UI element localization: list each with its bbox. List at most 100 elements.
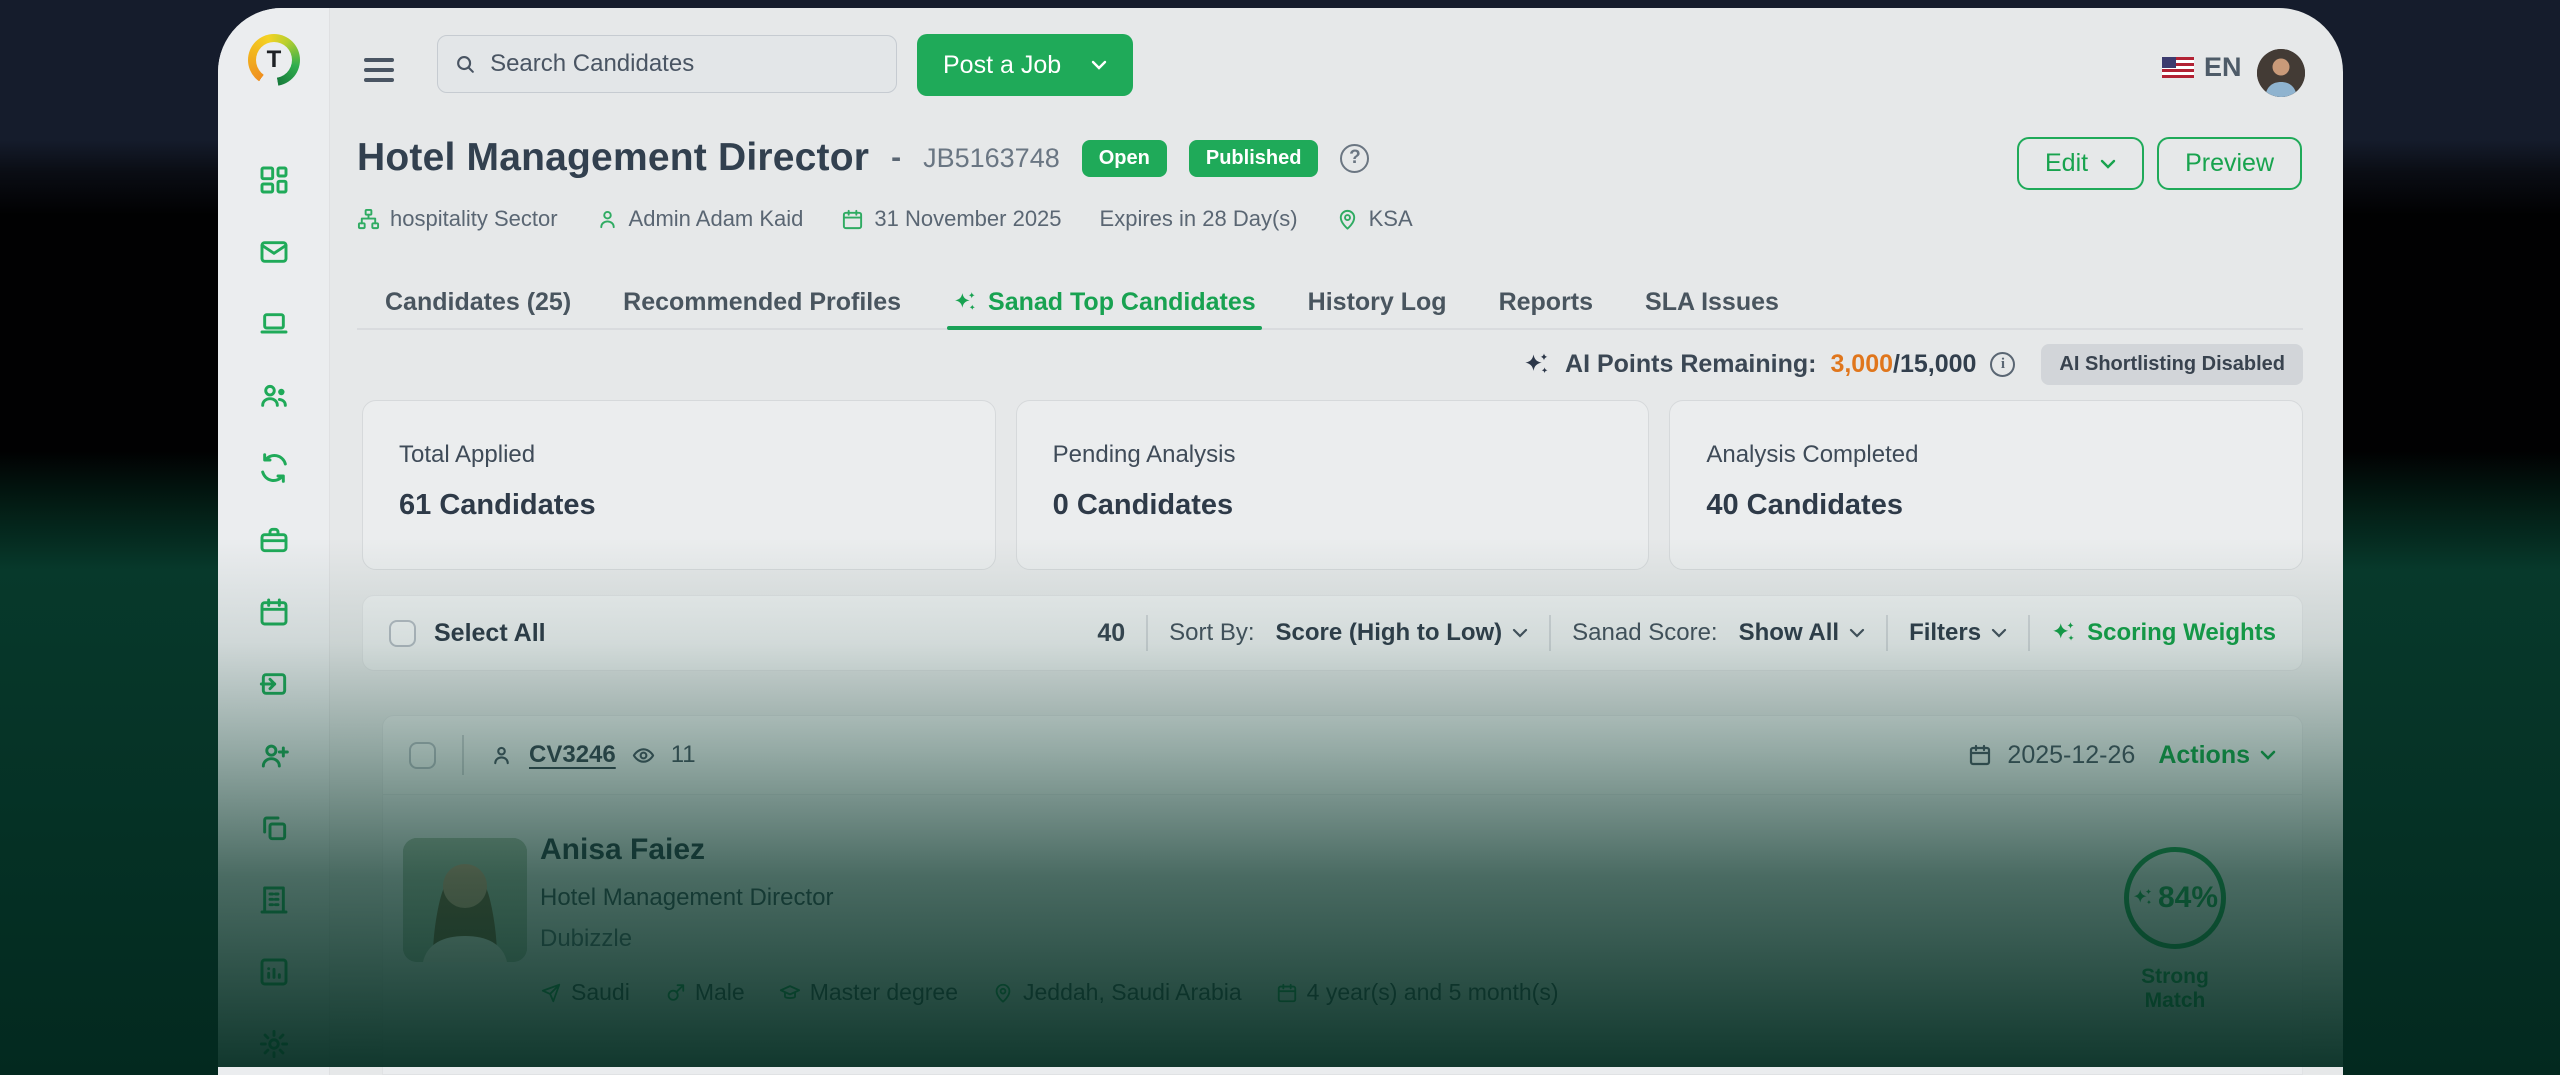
brand-logo[interactable]: T: [248, 34, 300, 86]
candidate-checkbox[interactable]: [409, 742, 436, 769]
divider: [2028, 615, 2030, 651]
briefcase-icon[interactable]: [258, 524, 290, 556]
user-avatar[interactable]: [2257, 49, 2305, 97]
ai-points-used: 3,000: [1830, 350, 1893, 379]
stat-label: Pending Analysis: [1053, 441, 1613, 469]
chevron-down-icon: [1512, 628, 1528, 638]
status-badge-open: Open: [1082, 140, 1167, 177]
dashboard-icon[interactable]: [258, 164, 290, 196]
select-all-checkbox[interactable]: [389, 620, 416, 647]
tab-recommended-profiles[interactable]: Recommended Profiles: [623, 270, 901, 328]
calendar-icon[interactable]: [258, 596, 290, 628]
location-pin-icon: [992, 982, 1014, 1004]
views-count: 11: [671, 741, 696, 769]
divider: [1146, 615, 1148, 651]
company-icon[interactable]: [258, 884, 290, 916]
language-switcher[interactable]: EN: [2162, 52, 2242, 83]
job-header: Hotel Management Director - JB5163748 Op…: [357, 136, 1369, 180]
tab-sla-issues[interactable]: SLA Issues: [1645, 270, 1779, 328]
laptop-icon[interactable]: [258, 308, 290, 340]
team-icon[interactable]: [258, 380, 290, 412]
experience-tag: 4 year(s) and 5 month(s): [1276, 979, 1559, 1006]
post-a-job-label: Post a Job: [943, 51, 1061, 80]
send-icon: [540, 982, 562, 1004]
match-score-ring: 84%: [2124, 847, 2226, 949]
sparkles-icon: [2051, 620, 2077, 646]
candidate-company: Dubizzle: [540, 925, 1559, 953]
person-icon: [490, 744, 513, 767]
chevron-down-icon: [1091, 60, 1107, 70]
stat-card-pending-analysis: Pending Analysis 0 Candidates: [1016, 400, 1650, 570]
scoring-weights-button[interactable]: Scoring Weights: [2051, 619, 2276, 647]
tab-candidates[interactable]: Candidates (25): [385, 270, 571, 328]
job-expiry: Expires in 28 Day(s): [1100, 206, 1298, 232]
candidate-tags: Saudi Male Master degree Jeddah, Sa: [540, 979, 1559, 1006]
preview-label: Preview: [2185, 149, 2274, 178]
sidebar-nav: [218, 164, 330, 1060]
mail-icon[interactable]: [258, 236, 290, 268]
match-score-value: 84%: [2158, 881, 2218, 915]
search-box: [437, 35, 897, 93]
stat-label: Total Applied: [399, 441, 959, 469]
tab-bar: Candidates (25) Recommended Profiles San…: [357, 270, 2303, 330]
divider: [462, 735, 464, 775]
admin-user-icon: [596, 208, 619, 231]
candidate-name[interactable]: Anisa Faiez: [540, 833, 1559, 867]
sanad-score-dropdown[interactable]: Show All: [1739, 619, 1865, 647]
actions-dropdown[interactable]: Actions: [2158, 741, 2276, 770]
job-date: 31 November 2025: [841, 206, 1061, 232]
chevron-down-icon: [1849, 628, 1865, 638]
page-title: Hotel Management Director: [357, 136, 869, 180]
menu-toggle-icon[interactable]: [364, 58, 394, 82]
copy-icon[interactable]: [258, 812, 290, 844]
backdrop: T: [0, 0, 2560, 1075]
sort-by-dropdown[interactable]: Score (High to Low): [1276, 619, 1529, 647]
search-input[interactable]: [488, 49, 880, 79]
education-tag: Master degree: [779, 979, 958, 1006]
select-all-label: Select All: [434, 619, 546, 648]
language-label: EN: [2204, 52, 2242, 83]
job-id: JB5163748: [923, 143, 1060, 174]
match-score-widget: 84% Strong Match: [2119, 847, 2231, 1013]
job-location: KSA: [1336, 206, 1413, 232]
chevron-down-icon: [2100, 159, 2116, 169]
candidate-job-title: Hotel Management Director: [540, 884, 1559, 912]
info-icon[interactable]: i: [1990, 352, 2015, 377]
sync-icon[interactable]: [258, 452, 290, 484]
settings-icon[interactable]: [258, 1028, 290, 1060]
calendar-icon: [841, 208, 864, 231]
tab-history-log[interactable]: History Log: [1308, 270, 1447, 328]
tab-sanad-top-candidates[interactable]: Sanad Top Candidates: [953, 270, 1256, 328]
sign-in-icon[interactable]: [258, 668, 290, 700]
stat-value: 61 Candidates: [399, 489, 959, 522]
sector-icon: [357, 208, 380, 231]
divider: [1886, 615, 1888, 651]
stats-cards: Total Applied 61 Candidates Pending Anal…: [362, 400, 2303, 570]
sidebar: T: [218, 8, 330, 1075]
cv-id-link[interactable]: CV3246: [529, 741, 616, 769]
brand-logo-letter: T: [256, 42, 292, 78]
stat-value: 0 Candidates: [1053, 489, 1613, 522]
filters-dropdown[interactable]: Filters: [1909, 619, 2007, 647]
help-icon[interactable]: ?: [1340, 144, 1369, 173]
nationality-tag: Saudi: [540, 979, 630, 1006]
post-a-job-button[interactable]: Post a Job: [917, 34, 1133, 96]
calendar-icon: [1968, 743, 1992, 767]
stat-card-analysis-completed: Analysis Completed 40 Candidates: [1669, 400, 2303, 570]
job-sector: hospitality Sector: [357, 206, 558, 232]
reports-icon[interactable]: [258, 956, 290, 988]
search-icon: [454, 52, 476, 76]
calendar-icon: [1276, 982, 1298, 1004]
sanad-score-label: Sanad Score:: [1572, 619, 1717, 647]
job-date-label: 31 November 2025: [874, 206, 1061, 232]
sparkles-icon: [1523, 351, 1551, 379]
ai-points-row: AI Points Remaining: 3,000 /15,000 i AI …: [1523, 344, 2303, 385]
status-badge-published: Published: [1189, 140, 1319, 177]
preview-button[interactable]: Preview: [2157, 137, 2302, 190]
tab-reports[interactable]: Reports: [1499, 270, 1593, 328]
add-user-icon[interactable]: [258, 740, 290, 772]
education-icon: [779, 982, 801, 1004]
match-score-label: Strong Match: [2119, 965, 2231, 1013]
edit-label: Edit: [2045, 149, 2088, 178]
edit-button[interactable]: Edit: [2017, 137, 2144, 190]
